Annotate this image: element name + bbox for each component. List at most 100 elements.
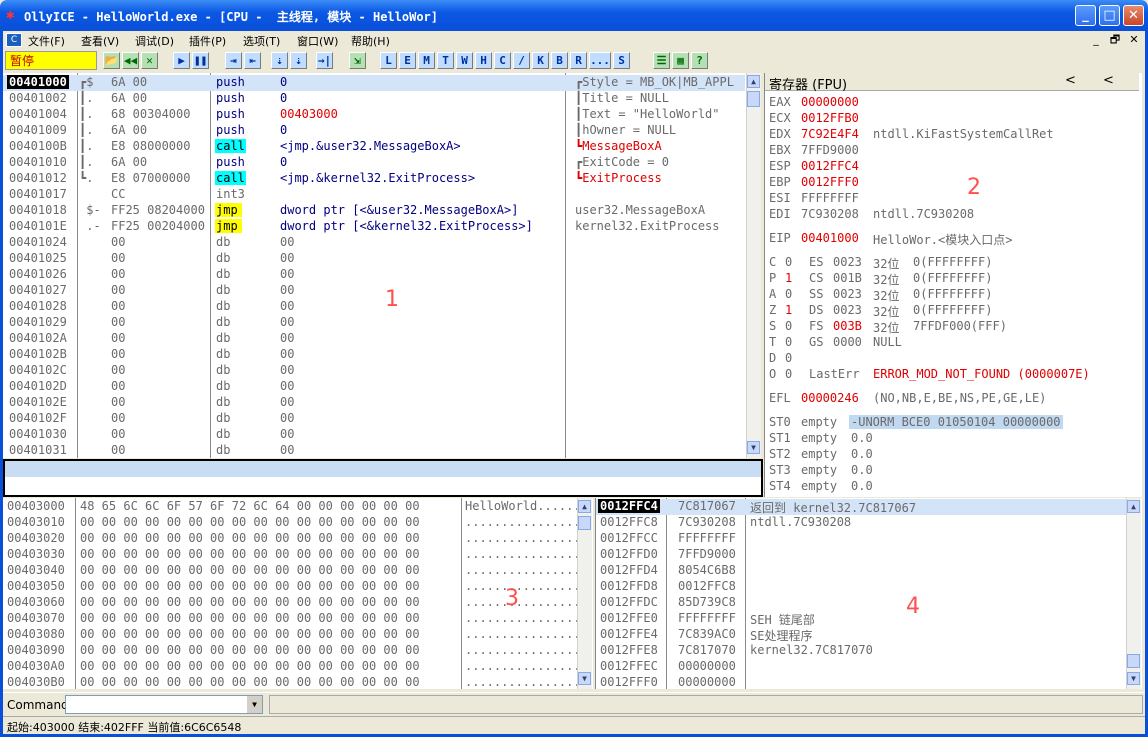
disasm-row[interactable]: 00401025 00 db 00 [3,251,745,267]
disasm-row[interactable]: 00401004 ┃. 68 00304000 push 00403000 ┃Text =… [3,107,745,123]
scroll-thumb[interactable] [578,516,591,530]
stack-row[interactable]: 0012FFE0 FFFFFFFF SEH 链尾部 [596,611,1126,627]
toolbar-c-button[interactable]: C [494,52,511,69]
scroll-up-icon[interactable]: ▲ [747,75,760,88]
disasm-row[interactable]: 00401000 ┏$ 6A 00 push 0 ┏Style = MB_OK|MB_AP… [3,75,745,91]
mdi-child-icon[interactable]: C [6,33,22,47]
stack-row[interactable]: 0012FFD0 7FFD9000 [596,547,1126,563]
disasm-row[interactable]: 00401010 ┃. 6A 00 push 0 ┏ExitCode = 0 [3,155,745,171]
disasm-row[interactable]: 0040102C 00 db 00 [3,363,745,379]
flag-row[interactable]: P 1 CS 001B 32位 0(FFFFFFFF) [769,271,1139,287]
fpu-row[interactable]: ST3 empty 0.0 [769,463,1139,479]
toolbar-t-button[interactable]: T [437,52,454,69]
dump-row[interactable]: 00403050 00 00 00 00 00 00 00 00 00 00 00… [3,579,581,595]
toolbar-l-button[interactable]: L [380,52,397,69]
register-row-eip[interactable]: EIP 00401000 HelloWor.<模块入口点> [769,231,1139,247]
mdi-close-button[interactable]: ✕ [1126,33,1142,47]
step-over-icon[interactable]: ⇤ [244,52,261,69]
list-icon[interactable]: ☰ [653,52,670,69]
run-icon[interactable]: ▶ [173,52,190,69]
toolbar-r-button[interactable]: R [570,52,587,69]
disasm-row[interactable]: 00401018 $- FF25 08204000 jmp dword ptr [<&… [3,203,745,219]
stack-row[interactable]: 0012FFD4 8054C6B8 [596,563,1126,579]
stack-row[interactable]: 0012FFD8 0012FFC8 [596,579,1126,595]
menu-file[interactable]: 文件(F) [28,33,65,49]
flag-row[interactable]: S 0 FS 003B 32位 7FFDF000(FFF) [769,319,1139,335]
disasm-row[interactable]: 00401028 00 db 00 [3,299,745,315]
register-row[interactable]: EDI 7C930208 ntdll.7C930208 [769,207,1139,223]
disasm-row[interactable]: 00401017 CC int3 [3,187,745,203]
disasm-row[interactable]: 0040102B 00 db 00 [3,347,745,363]
stack-row[interactable]: 0012FFC4 7C817067 返回到 kernel32.7C817067 [596,499,1126,515]
stack-row[interactable]: 0012FFE4 7C839AC0 SE处理程序 [596,627,1126,643]
disasm-row[interactable]: 0040101E .- FF25 00204000 jmp dword ptr [<&… [3,219,745,235]
disasm-row[interactable]: 0040102A 00 db 00 [3,331,745,347]
scroll-down-icon[interactable]: ▼ [1127,672,1140,685]
menu-view[interactable]: 查看(V) [81,33,119,49]
dump-row[interactable]: 00403040 00 00 00 00 00 00 00 00 00 00 00… [3,563,581,579]
disasm-row[interactable]: 00401012 ┗. E8 07000000 call <jmp.&kernel32.… [3,171,745,187]
disasm-row[interactable]: 00401029 00 db 00 [3,315,745,331]
command-input[interactable] [65,695,263,714]
fpu-row[interactable]: ST4 empty 0.0 [769,479,1139,495]
disasm-row[interactable]: 00401030 00 db 00 [3,427,745,443]
execute-till-return-icon[interactable]: →| [316,52,333,69]
flag-row[interactable]: D0 [769,351,1139,367]
menu-help[interactable]: 帮助(H) [351,33,390,49]
toolbar-w-button[interactable]: W [456,52,473,69]
register-row[interactable]: EBP 0012FFF0 [769,175,1139,191]
scroll-up-icon[interactable]: ▲ [1127,500,1140,513]
stack-scrollbar[interactable]: ▲ ▼ [1126,498,1141,689]
disasm-row[interactable]: 00401027 00 db 00 [3,283,745,299]
menu-plugins[interactable]: 插件(P) [189,33,226,49]
mdi-minimize-button[interactable]: _ [1088,33,1104,47]
title-bar[interactable]: ✱ OllyICE - HelloWorld.exe - [CPU - 主线程,… [0,0,1148,31]
disasm-row[interactable]: 0040102E 00 db 00 [3,395,745,411]
minimize-button[interactable]: _ [1075,5,1096,26]
stack-row[interactable]: 0012FFCC FFFFFFFF [596,531,1126,547]
register-row[interactable]: EAX 00000000 [769,95,1139,111]
register-row[interactable]: ECX 0012FFB0 [769,111,1139,127]
dump-row[interactable]: 004030A0 00 00 00 00 00 00 00 00 00 00 00… [3,659,581,675]
disasm-row[interactable]: 00401002 ┃. 6A 00 push 0 ┃Title = NULL [3,91,745,107]
register-row[interactable]: ESI FFFFFFFF [769,191,1139,207]
disasm-row[interactable]: 00401024 00 db 00 [3,235,745,251]
toolbar-h-button[interactable]: H [475,52,492,69]
step-into-icon[interactable]: ⇥ [225,52,242,69]
register-row-efl[interactable]: EFL 00000246 (NO,NB,E,BE,NS,PE,GE,LE) [769,391,1139,407]
mdi-restore-button[interactable]: 🗗 [1107,33,1123,47]
dump-row[interactable]: 00403080 00 00 00 00 00 00 00 00 00 00 00… [3,627,581,643]
close-debug-icon[interactable]: ✕ [141,52,158,69]
registers-prev-button[interactable]: < [1065,73,1076,88]
disasm-scrollbar[interactable]: ▲ ▼ [746,73,761,458]
grid-icon[interactable]: ▦ [672,52,689,69]
stack-row[interactable]: 0012FFC8 7C930208 ntdll.7C930208 [596,515,1126,531]
dump-row[interactable]: 00403060 00 00 00 00 00 00 00 00 00 00 00… [3,595,581,611]
pause-icon[interactable]: ❚❚ [192,52,209,69]
toolbar-k-button[interactable]: K [532,52,549,69]
stack-row[interactable]: 0012FFDC 85D739C8 [596,595,1126,611]
menu-debug[interactable]: 调试(D) [135,33,174,49]
stack-row[interactable]: 0012FFF0 00000000 [596,675,1126,689]
toolbar-m-button[interactable]: M [418,52,435,69]
register-row[interactable]: EDX 7C92E4F4 ntdll.KiFastSystemCallRet [769,127,1139,143]
command-dropdown-button[interactable]: ▼ [247,696,262,713]
maximize-button[interactable]: □ [1099,5,1120,26]
trace-into-icon[interactable]: ⇣ [271,52,288,69]
goto-icon[interactable]: ⇲ [349,52,366,69]
scroll-down-icon[interactable]: ▼ [747,441,760,454]
dump-row[interactable]: 00403090 00 00 00 00 00 00 00 00 00 00 00… [3,643,581,659]
dump-row[interactable]: 00403030 00 00 00 00 00 00 00 00 00 00 00… [3,547,581,563]
disasm-row[interactable]: 00401031 00 db 00 [3,443,745,458]
scroll-thumb[interactable] [747,91,760,107]
rewind-icon[interactable]: ◀◀ [122,52,139,69]
disasm-row[interactable]: 0040100B ┃. E8 08000000 call <jmp.&user32.Me… [3,139,745,155]
disassembly-pane[interactable]: 00401000 ┏$ 6A 00 push 0 ┏Style = MB_OK|MB_AP… [3,73,761,458]
open-icon[interactable]: 📂 [103,52,120,69]
dump-row[interactable]: 004030B0 00 00 00 00 00 00 00 00 00 00 00… [3,675,581,689]
memory-dump-pane[interactable]: 00403000 48 65 6C 6C 6F 57 6F 72 6C 64 00… [3,498,593,689]
register-row[interactable]: EBX 7FFD9000 [769,143,1139,159]
toolbar-slash-button[interactable]: / [513,52,530,69]
register-row[interactable]: ESP 0012FFC4 [769,159,1139,175]
info-pane[interactable] [3,459,763,497]
